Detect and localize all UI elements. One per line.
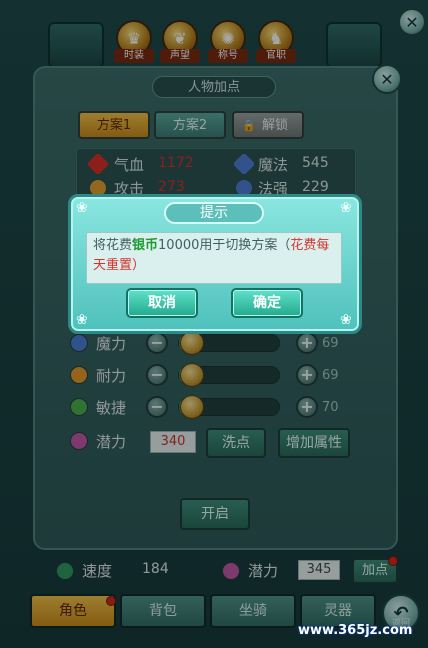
cancel-button[interactable]: 取消 bbox=[126, 288, 198, 318]
message-middle: 10000用于切换方案（ bbox=[158, 238, 291, 253]
corner-ornament-icon: ❀ bbox=[340, 200, 352, 216]
dialog-message: 将花费银币10000用于切换方案（花费每天重置） bbox=[86, 232, 342, 284]
message-currency: 银币 bbox=[132, 238, 159, 253]
corner-ornament-icon: ❀ bbox=[76, 312, 88, 328]
dialog-title: 提示 bbox=[164, 202, 264, 224]
confirm-button[interactable]: 确定 bbox=[231, 288, 303, 318]
message-suffix: ） bbox=[132, 258, 146, 273]
watermark: www.365jz.com bbox=[298, 623, 413, 638]
message-prefix: 将花费 bbox=[93, 238, 133, 253]
corner-ornament-icon: ❀ bbox=[340, 312, 352, 328]
corner-ornament-icon: ❀ bbox=[76, 200, 88, 216]
